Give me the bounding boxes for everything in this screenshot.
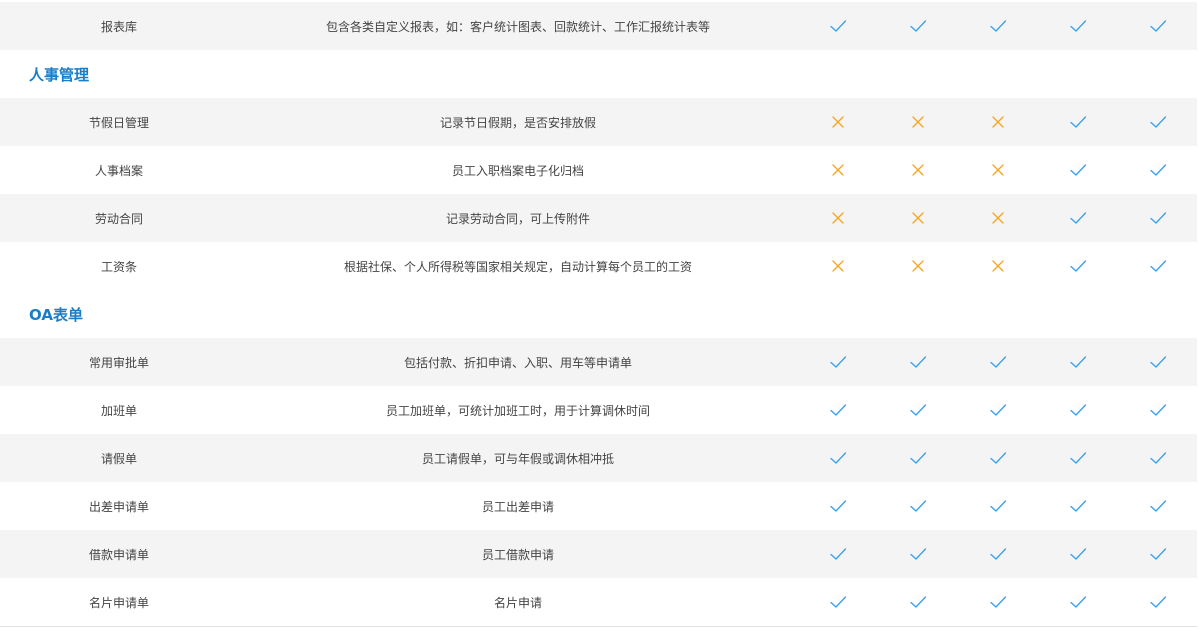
section-header: OA表单 [0,290,1197,338]
check-icon [906,350,930,374]
check-icon [986,14,1010,38]
feature-description: 员工借款申请 [481,547,554,562]
table-bottom-border [0,626,1197,627]
table-row: 加班单 员工加班单，可统计加班工时，用于计算调休时间 [0,386,1197,434]
cross-icon [986,110,1010,134]
feature-name: 请假单 [100,451,137,466]
feature-description: 员工请假单，可与年假或调休相冲抵 [421,451,614,466]
cross-icon [826,158,850,182]
feature-name: 加班单 [100,403,137,418]
table-row: 常用审批单 包括付款、折扣申请、入职、用车等申请单 [0,338,1197,386]
check-icon [1146,110,1170,134]
check-icon [826,494,850,518]
check-icon [826,398,850,422]
feature-description: 名片申请 [493,595,542,610]
cross-icon [906,206,930,230]
feature-description: 记录节日假期，是否安排放假 [439,115,596,130]
table-row: 名片申请单 名片申请 [0,578,1197,626]
check-icon [986,542,1010,566]
section-title: OA表单 [29,305,83,324]
check-icon [1146,542,1170,566]
check-icon [1066,590,1090,614]
check-icon [986,350,1010,374]
check-icon [826,446,850,470]
feature-description: 记录劳动合同，可上传附件 [445,211,590,226]
feature-name: 报表库 [100,19,137,34]
check-icon [1066,542,1090,566]
feature-description: 根据社保、个人所得税等国家相关规定，自动计算每个员工的工资 [343,259,692,274]
table-row: 节假日管理 记录节日假期，是否安排放假 [0,98,1197,146]
table-row: 借款申请单 员工借款申请 [0,530,1197,578]
check-icon [1066,398,1090,422]
check-icon [826,14,850,38]
check-icon [1146,446,1170,470]
check-icon [1146,158,1170,182]
table-row: 工资条 根据社保、个人所得税等国家相关规定，自动计算每个员工的工资 [0,242,1197,290]
check-icon [986,590,1010,614]
check-icon [1146,590,1170,614]
table-row: 请假单 员工请假单，可与年假或调休相冲抵 [0,434,1197,482]
check-icon [1066,110,1090,134]
check-icon [906,494,930,518]
check-icon [1066,350,1090,374]
check-icon [1146,14,1170,38]
table-row: 报表库 包含各类自定义报表，如：客户统计图表、回款统计、工作汇报统计表等 [0,2,1197,50]
check-icon [1066,446,1090,470]
feature-name: 节假日管理 [88,115,149,130]
feature-name: 人事档案 [94,163,143,178]
feature-name: 劳动合同 [94,211,143,226]
feature-name: 借款申请单 [88,547,149,562]
feature-description: 包括付款、折扣申请、入职、用车等申请单 [403,355,632,370]
feature-description: 员工出差申请 [481,499,554,514]
feature-name: 名片申请单 [88,595,149,610]
check-icon [986,446,1010,470]
check-icon [1066,254,1090,278]
cross-icon [906,110,930,134]
check-icon [986,494,1010,518]
cross-icon [826,206,850,230]
feature-description: 员工入职档案电子化归档 [451,163,584,178]
check-icon [1146,398,1170,422]
check-icon [1146,206,1170,230]
check-icon [906,14,930,38]
check-icon [986,398,1010,422]
cross-icon [986,158,1010,182]
check-icon [826,590,850,614]
feature-name: 工资条 [100,259,137,274]
table-row: 劳动合同 记录劳动合同，可上传附件 [0,194,1197,242]
check-icon [1146,350,1170,374]
feature-name: 出差申请单 [88,499,149,514]
check-icon [1146,254,1170,278]
feature-comparison-table: 报表库 包含各类自定义报表，如：客户统计图表、回款统计、工作汇报统计表等人事管理节… [0,0,1199,629]
check-icon [826,542,850,566]
cross-icon [986,254,1010,278]
table-row: 人事档案 员工入职档案电子化归档 [0,146,1197,194]
check-icon [906,446,930,470]
feature-name: 常用审批单 [88,355,149,370]
check-icon [906,590,930,614]
cross-icon [826,110,850,134]
check-icon [1066,158,1090,182]
cross-icon [906,158,930,182]
check-icon [1146,494,1170,518]
cross-icon [906,254,930,278]
check-icon [1066,494,1090,518]
cross-icon [986,206,1010,230]
check-icon [906,542,930,566]
table-row: 出差申请单 员工出差申请 [0,482,1197,530]
section-header: 人事管理 [0,50,1197,98]
check-icon [1066,206,1090,230]
section-title: 人事管理 [29,65,90,84]
check-icon [826,350,850,374]
cross-icon [826,254,850,278]
feature-description: 员工加班单，可统计加班工时，用于计算调休时间 [385,403,650,418]
check-icon [906,398,930,422]
check-icon [1066,14,1090,38]
feature-description: 包含各类自定义报表，如：客户统计图表、回款统计、工作汇报统计表等 [325,19,710,34]
